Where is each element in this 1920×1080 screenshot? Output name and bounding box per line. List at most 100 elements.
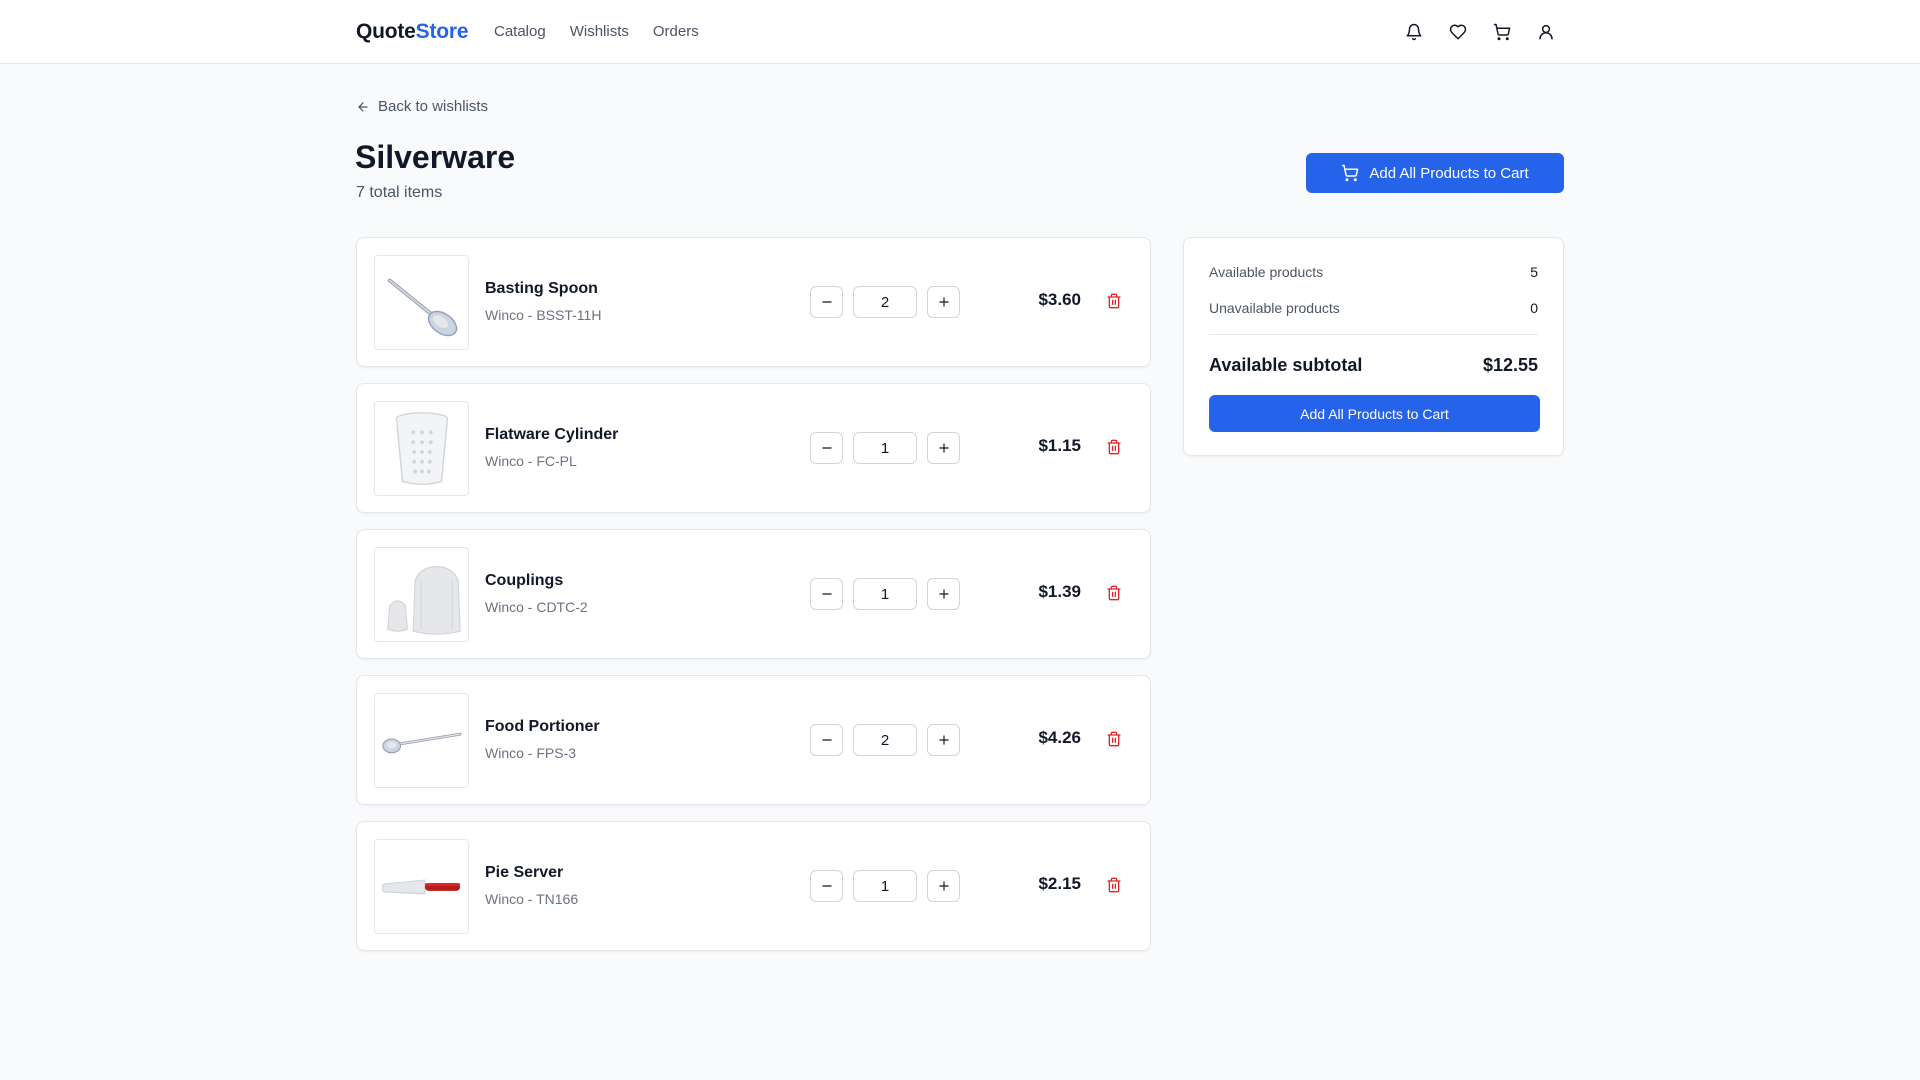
add-all-to-cart-button-top[interactable]: Add All Products to Cart <box>1306 153 1564 193</box>
increase-quantity-button[interactable] <box>927 286 960 318</box>
wishlist-item: Pie Server Winco - TN166 $2.15 <box>356 821 1151 951</box>
quantity-stepper <box>810 286 960 318</box>
available-products-row: Available products 5 <box>1209 264 1538 280</box>
add-all-to-cart-label: Add All Products to Cart <box>1300 405 1449 422</box>
brand-name-part2: Store <box>415 20 469 43</box>
product-sku: Winco - FC-PL <box>485 453 577 469</box>
brand-logo[interactable]: QuoteStore <box>356 20 469 44</box>
add-all-to-cart-label: Add All Products to Cart <box>1369 164 1529 182</box>
back-to-wishlists-link[interactable]: Back to wishlists <box>356 98 488 115</box>
plus-icon <box>938 735 949 745</box>
back-link-label: Back to wishlists <box>378 98 489 115</box>
quantity-input[interactable] <box>853 286 917 318</box>
available-products-value: 5 <box>1530 264 1538 280</box>
quantity-input[interactable] <box>853 724 917 756</box>
heart-icon <box>1449 24 1467 40</box>
minus-icon <box>821 885 832 887</box>
order-summary-card: Available products 5 Unavailable product… <box>1183 237 1564 456</box>
pie-server-image <box>381 879 460 894</box>
minus-icon <box>821 739 832 741</box>
remove-item-button[interactable] <box>1106 731 1124 749</box>
subtotal-label: Available subtotal <box>1209 355 1363 375</box>
page-title: Silverware <box>355 139 516 175</box>
remove-item-button[interactable] <box>1106 439 1124 457</box>
decrease-quantity-button[interactable] <box>810 432 843 464</box>
trash-icon <box>1107 585 1121 601</box>
quantity-stepper <box>810 724 960 756</box>
decrease-quantity-button[interactable] <box>810 286 843 318</box>
product-name[interactable]: Basting Spoon <box>485 280 598 298</box>
nav-catalog[interactable]: Catalog <box>494 23 546 40</box>
wishlist-item: Basting Spoon Winco - BSST-11H $3.60 <box>356 237 1151 367</box>
product-image-pie-server[interactable] <box>374 839 469 934</box>
plus-icon <box>938 443 949 453</box>
unavailable-products-label: Unavailable products <box>1209 300 1340 316</box>
minus-icon <box>821 301 832 303</box>
line-price: $4.26 <box>1038 728 1081 747</box>
remove-item-button[interactable] <box>1106 585 1124 603</box>
line-price: $1.39 <box>1038 582 1081 601</box>
quantity-input[interactable] <box>853 870 917 902</box>
product-image-basting-spoon[interactable] <box>374 255 469 350</box>
remove-item-button[interactable] <box>1106 293 1124 311</box>
nav-wishlists[interactable]: Wishlists <box>570 23 629 40</box>
increase-quantity-button[interactable] <box>927 870 960 902</box>
minus-icon <box>821 447 832 449</box>
decrease-quantity-button[interactable] <box>810 724 843 756</box>
flatware-cylinder-image <box>395 411 448 485</box>
increase-quantity-button[interactable] <box>927 432 960 464</box>
line-price: $1.15 <box>1038 436 1081 455</box>
product-name[interactable]: Food Portioner <box>485 718 600 736</box>
food-portioner-image <box>381 732 462 753</box>
increase-quantity-button[interactable] <box>927 724 960 756</box>
unavailable-products-value: 0 <box>1530 300 1538 316</box>
unavailable-products-row: Unavailable products 0 <box>1209 300 1538 316</box>
couplings-image <box>386 565 461 635</box>
cart-button[interactable] <box>1490 20 1514 44</box>
decrease-quantity-button[interactable] <box>810 870 843 902</box>
notifications-button[interactable] <box>1402 20 1426 44</box>
minus-icon <box>821 593 832 595</box>
account-button[interactable] <box>1534 20 1558 44</box>
user-icon <box>1539 24 1553 40</box>
product-name[interactable]: Flatware Cylinder <box>485 426 618 444</box>
product-image-flatware-cylinder[interactable] <box>374 401 469 496</box>
available-products-label: Available products <box>1209 264 1324 280</box>
wishlist-button[interactable] <box>1446 20 1470 44</box>
item-count: 7 total items <box>356 184 443 201</box>
header-icons <box>1402 20 1558 44</box>
cart-icon <box>1342 164 1359 182</box>
product-name[interactable]: Couplings <box>485 572 563 590</box>
product-sku: Winco - TN166 <box>485 891 579 907</box>
main-nav: Catalog Wishlists Orders <box>494 23 699 40</box>
top-navbar: QuoteStore Catalog Wishlists Orders <box>0 0 1920 64</box>
decrease-quantity-button[interactable] <box>810 578 843 610</box>
line-price: $3.60 <box>1038 290 1081 309</box>
quantity-stepper <box>810 870 960 902</box>
trash-icon <box>1107 877 1121 893</box>
product-sku: Winco - BSST-11H <box>485 307 602 323</box>
basting-spoon-image <box>387 278 457 336</box>
bell-icon <box>1406 23 1422 41</box>
quantity-input[interactable] <box>853 578 917 610</box>
add-all-to-cart-button-summary[interactable]: Add All Products to Cart <box>1209 395 1540 432</box>
product-image-couplings[interactable] <box>374 547 469 642</box>
subtotal-row: Available subtotal $12.55 <box>1209 355 1538 376</box>
remove-item-button[interactable] <box>1106 877 1124 895</box>
product-image-food-portioner[interactable] <box>374 693 469 788</box>
plus-icon <box>938 297 949 307</box>
product-sku: Winco - CDTC-2 <box>485 599 588 615</box>
trash-icon <box>1107 731 1121 747</box>
quantity-stepper <box>810 432 960 464</box>
quantity-input[interactable] <box>853 432 917 464</box>
brand-name-part1: Quote <box>356 20 416 43</box>
nav-orders[interactable]: Orders <box>653 23 699 40</box>
plus-icon <box>938 881 949 891</box>
plus-icon <box>938 589 949 599</box>
subtotal-value: $12.55 <box>1482 355 1538 375</box>
quantity-stepper <box>810 578 960 610</box>
product-name[interactable]: Pie Server <box>485 864 563 882</box>
wishlist-item: Food Portioner Winco - FPS-3 $4.26 <box>356 675 1151 805</box>
increase-quantity-button[interactable] <box>927 578 960 610</box>
summary-divider <box>1209 334 1538 335</box>
